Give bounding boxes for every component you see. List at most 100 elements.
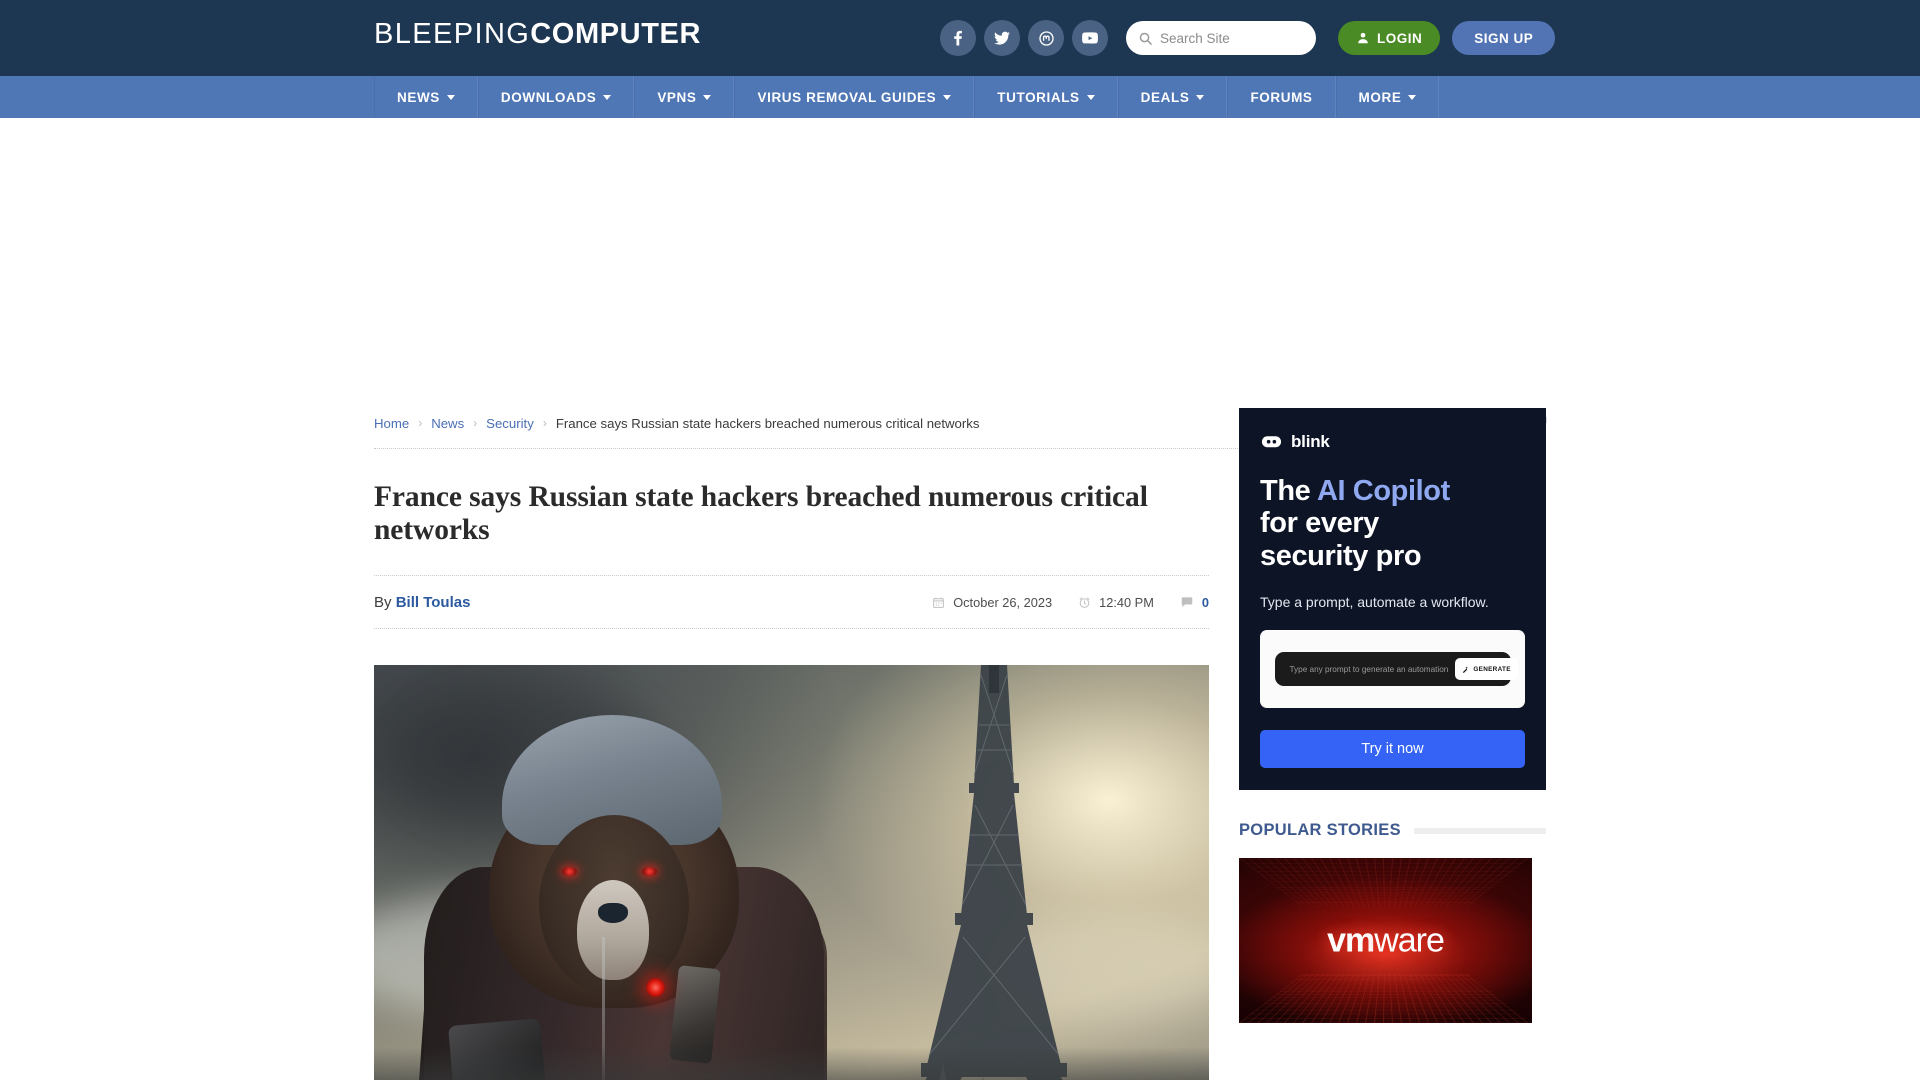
chevron-down-icon — [1086, 94, 1095, 100]
blink-logo: blink — [1260, 430, 1525, 453]
blink-logo-text: blink — [1291, 431, 1330, 451]
nav-item-more[interactable]: MORE — [1335, 76, 1440, 118]
publish-date-text: October 26, 2023 — [953, 594, 1053, 610]
clock-icon — [1079, 596, 1090, 608]
publish-time-text: 12:40 PM — [1099, 594, 1154, 610]
byline: By Bill Toulas — [374, 594, 470, 611]
nav-item-label: TUTORIALS — [997, 89, 1080, 105]
blink-headline-line3: security pro — [1260, 539, 1422, 572]
blink-headline-highlight: AI Copilot — [1316, 475, 1450, 507]
page-body: Home › News › Security › France says Russian s… — [0, 408, 1920, 1080]
city-skyline — [374, 1047, 1209, 1080]
red-led-light — [646, 978, 665, 997]
popular-stories-rule — [1413, 827, 1546, 834]
facebook-icon[interactable] — [940, 20, 976, 56]
blink-cta-label: Try it now — [1361, 741, 1424, 758]
chevron-down-icon — [446, 94, 455, 100]
page-title: France says Russian state hackers breach… — [374, 481, 1148, 546]
blink-generate-button[interactable]: GENERATE — [1455, 658, 1518, 681]
breadcrumb-separator-icon: › — [542, 416, 547, 430]
search-box[interactable] — [1126, 21, 1316, 55]
leaderboard-ad-slot — [0, 118, 1920, 408]
vmware-logo-bold: vm — [1327, 921, 1375, 959]
article-hero-image — [374, 665, 1209, 1080]
breadcrumb-separator-icon: › — [418, 416, 423, 430]
byline-divider — [374, 628, 1209, 629]
popular-stories-title: POPULAR STORIES — [1239, 821, 1401, 839]
chevron-down-icon — [1408, 94, 1417, 100]
blink-demo-panel: Type any prompt to generate an automatio… — [1260, 630, 1525, 709]
site-logo[interactable]: BLEEPINGCOMPUTER — [374, 18, 701, 51]
chevron-down-icon — [943, 94, 952, 100]
nav-item-deals[interactable]: DEALS — [1117, 76, 1228, 118]
eiffel-tower-graphic — [921, 665, 1067, 1080]
sidebar: blink The AI Copilot for every security … — [1239, 408, 1546, 1080]
nav-item-downloads[interactable]: DOWNLOADS — [477, 76, 635, 118]
signup-button[interactable]: SIGN UP — [1452, 21, 1556, 55]
calendar-icon — [933, 597, 945, 608]
bear-eye-right — [642, 867, 657, 876]
signup-button-label: SIGN UP — [1474, 30, 1534, 46]
bear-nose — [598, 903, 628, 923]
article-meta: October 26, 2023 12:40 PM 0 — [932, 595, 1209, 610]
main-column: Home › News › Security › France says Russian s… — [374, 408, 1547, 1080]
nav-item-label: NEWS — [397, 89, 440, 105]
breadcrumb-link-news[interactable]: News — [431, 416, 464, 431]
breadcrumb-current: France says Russian state hackers breach… — [555, 415, 980, 431]
chevron-down-icon — [703, 94, 712, 100]
comment-count[interactable]: 0 — [1180, 595, 1209, 610]
nav-item-label: DEALS — [1140, 89, 1190, 105]
comment-icon — [1181, 597, 1193, 607]
logo-text-computer: COMPUTER — [530, 18, 702, 50]
twitter-icon[interactable] — [984, 20, 1020, 56]
author-link[interactable]: Bill Toulas — [396, 594, 471, 611]
vmware-logo: vmware — [1239, 921, 1532, 960]
nav-item-forums[interactable]: FORUMS — [1227, 76, 1336, 118]
logo-text-bleeping: BLEEPING — [374, 18, 531, 50]
bear-eye-left — [562, 867, 577, 876]
blink-headline: The AI Copilot for every security pro — [1260, 475, 1525, 572]
blink-headline-line1a: The — [1260, 475, 1317, 507]
wand-icon — [1463, 666, 1469, 673]
nav-item-news[interactable]: NEWS — [374, 76, 478, 118]
blink-bot-icon — [1261, 436, 1282, 448]
breadcrumb: Home › News › Security › France says Russian s… — [374, 408, 1547, 438]
nav-item-tutorials[interactable]: TUTORIALS — [974, 76, 1118, 118]
chevron-down-icon — [603, 94, 612, 100]
breadcrumb-link-home[interactable]: Home — [374, 416, 409, 431]
article-meta-row: By Bill Toulas October 26, 2023 12:40 PM… — [374, 576, 1209, 628]
blink-generate-label: GENERATE — [1473, 665, 1511, 673]
blink-prompt-bar[interactable]: Type any prompt to generate an automatio… — [1274, 652, 1518, 687]
blink-cta-button[interactable]: Try it now — [1260, 730, 1525, 769]
vmware-logo-light: ware — [1374, 921, 1445, 959]
user-icon — [1358, 32, 1368, 44]
bear-figure — [374, 685, 844, 1080]
nav-item-label: VIRUS REMOVAL GUIDES — [757, 89, 937, 105]
blink-subtitle: Type a prompt, automate a workflow. — [1260, 594, 1489, 611]
publish-date: October 26, 2023 — [932, 595, 1052, 610]
nav-item-label: DOWNLOADS — [500, 89, 597, 105]
nav-item-virus-removal-guides[interactable]: VIRUS REMOVAL GUIDES — [734, 76, 975, 118]
publish-time: 12:40 PM — [1078, 595, 1154, 610]
popular-story-thumbnail[interactable]: vmware — [1239, 858, 1532, 1023]
breadcrumb-separator-icon: › — [473, 416, 478, 430]
bear-muzzle — [577, 880, 649, 980]
blink-advertisement[interactable]: blink The AI Copilot for every security … — [1239, 408, 1546, 790]
chevron-down-icon — [1196, 94, 1205, 100]
nav-item-vpns[interactable]: VPNS — [634, 76, 735, 118]
main-navigation: NEWS DOWNLOADS VPNS VIRUS REMOVAL GUIDES TUT… — [0, 76, 1920, 118]
breadcrumb-link-security[interactable]: Security — [486, 416, 534, 431]
search-input[interactable] — [1160, 30, 1304, 46]
skyline-spire — [934, 1061, 952, 1080]
nav-item-label: MORE — [1358, 89, 1402, 105]
mastodon-icon[interactable] — [1028, 20, 1064, 56]
site-header: BLEEPINGCOMPUTER LOGIN SIGN UP — [0, 0, 1920, 76]
popular-stories-header: POPULAR STORIES — [1239, 821, 1546, 840]
blink-headline-line2: for every — [1260, 507, 1379, 540]
login-button-label: LOGIN — [1377, 30, 1423, 46]
youtube-icon[interactable] — [1072, 20, 1108, 56]
header-actions: LOGIN SIGN UP — [940, 20, 1556, 56]
login-button[interactable]: LOGIN — [1338, 21, 1441, 55]
nav-item-label: VPNS — [657, 89, 697, 105]
comment-count-text: 0 — [1201, 594, 1209, 610]
